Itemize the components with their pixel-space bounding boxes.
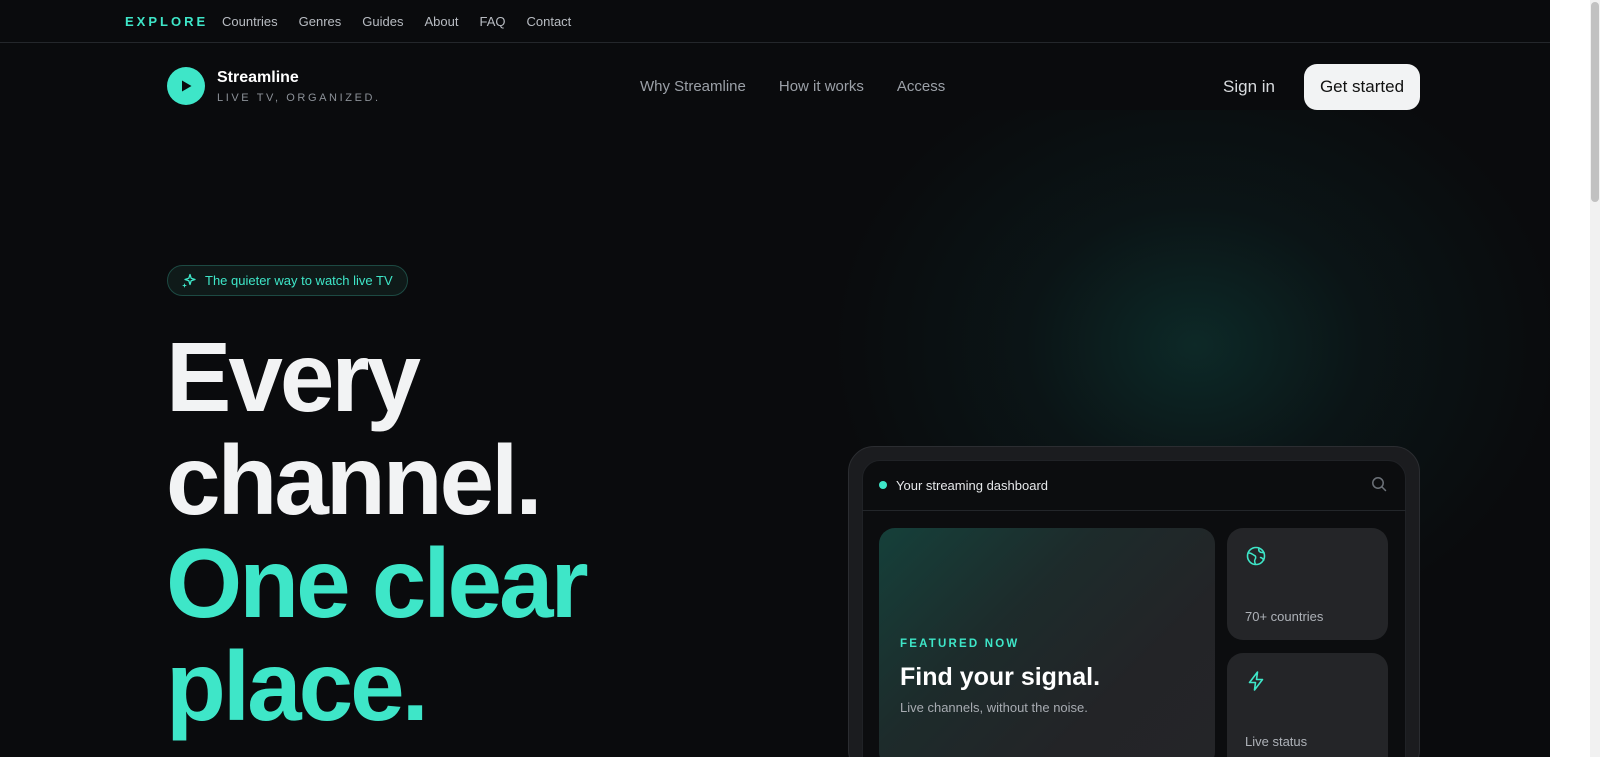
top-link-genres[interactable]: Genres [299, 14, 342, 29]
dashboard-title: Your streaming dashboard [896, 478, 1049, 493]
page: EXPLORE Countries Genres Guides About FA… [0, 0, 1550, 757]
scrollbar-thumb[interactable] [1591, 2, 1599, 202]
hero-line-2: channel. [166, 425, 543, 535]
top-link-guides[interactable]: Guides [362, 14, 403, 29]
featured-subtitle: Live channels, without the noise. [900, 700, 1088, 715]
hero-line-4: place. [166, 631, 429, 741]
play-icon [182, 80, 192, 92]
status-dot [879, 481, 887, 489]
live-status-card-text: Live status [1245, 734, 1308, 749]
get-started-button[interactable]: Get started [1304, 64, 1420, 110]
nav-link-why-streamline[interactable]: Why Streamline [640, 78, 746, 95]
main-nav: Streamline LIVE TV, ORGANIZED. Why Strea… [0, 43, 1550, 133]
hero-pill: The quieter way to watch live TV [167, 265, 408, 296]
explore-label: EXPLORE [125, 14, 209, 29]
featured-title: Find your signal. [900, 663, 1101, 691]
top-link-faq[interactable]: FAQ [479, 14, 505, 29]
logo-tagline: LIVE TV, ORGANIZED. [217, 92, 381, 104]
hero-headline: Every channel. One clear place. [166, 322, 589, 741]
nav-link-access[interactable]: Access [897, 78, 945, 95]
top-links: Countries Genres Guides About FAQ Contac… [222, 14, 592, 29]
sign-in-link[interactable]: Sign in [1223, 77, 1275, 97]
sparkles-icon [182, 273, 196, 288]
globe-icon [1246, 546, 1266, 566]
lightning-icon [1248, 671, 1264, 691]
window-margin [1550, 0, 1590, 757]
nav-links: Why Streamline How it works Access [640, 78, 978, 95]
top-explore-bar: EXPLORE Countries Genres Guides About FA… [0, 0, 1550, 43]
top-link-contact[interactable]: Contact [526, 14, 571, 29]
hero-pill-text: The quieter way to watch live TV [205, 273, 393, 288]
logo-mark[interactable] [167, 67, 205, 105]
featured-label: FEATURED NOW [900, 638, 1020, 650]
top-link-about[interactable]: About [424, 14, 458, 29]
top-link-countries[interactable]: Countries [222, 14, 278, 29]
logo-name[interactable]: Streamline [217, 69, 299, 87]
countries-card-text: 70+ countries [1245, 609, 1324, 624]
hero-line-1: Every [166, 322, 421, 432]
nav-link-how-it-works[interactable]: How it works [779, 78, 864, 95]
hero-line-3: One clear [166, 528, 589, 638]
search-icon[interactable] [1371, 476, 1387, 492]
